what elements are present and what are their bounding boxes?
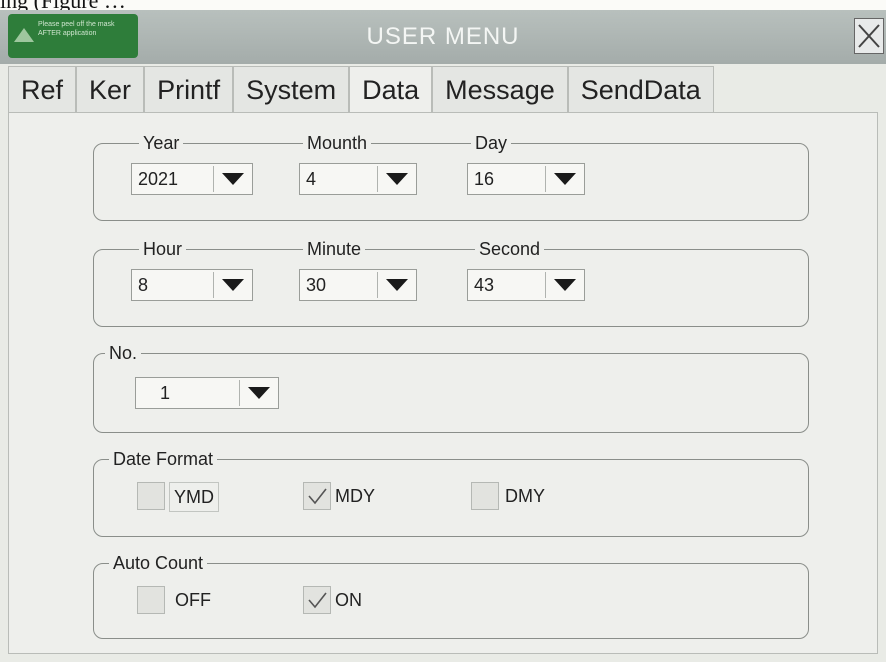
dmy-checkbox[interactable] <box>471 482 499 510</box>
tab-ker[interactable]: Ker <box>76 66 145 112</box>
year-label: Year <box>139 133 184 153</box>
number-label: No. <box>105 343 142 363</box>
page-top-text: ing (Figure … <box>0 0 126 10</box>
mdy-checkbox[interactable] <box>303 482 331 510</box>
off-label: OFF <box>175 590 211 610</box>
page-top-text-strip: ing (Figure … <box>0 0 886 10</box>
ymd-checkbox[interactable] <box>137 482 165 510</box>
minute-label: Minute <box>303 239 366 259</box>
year-value: 2021 <box>138 169 179 189</box>
month-select[interactable]: 4 <box>299 163 417 195</box>
tab-data[interactable]: Data <box>349 66 433 115</box>
triangle-down-icon <box>377 166 416 192</box>
minute-select[interactable]: 30 <box>299 269 417 301</box>
month-label: Mounth <box>303 133 372 153</box>
on-label: ON <box>335 590 362 610</box>
data-tab-panel: Year Mounth Day 2021 4 16 Hour Minute Se… <box>8 112 878 654</box>
close-icon <box>858 24 880 48</box>
number-select[interactable]: 1 <box>135 377 279 409</box>
triangle-down-icon <box>545 272 584 298</box>
hour-label: Hour <box>139 239 187 259</box>
tab-system[interactable]: System <box>233 66 350 112</box>
hour-select[interactable]: 8 <box>131 269 253 301</box>
auto-count-label: Auto Count <box>109 553 208 573</box>
dmy-label: DMY <box>505 486 545 506</box>
tab-printf[interactable]: Printf <box>144 66 234 112</box>
second-select[interactable]: 43 <box>467 269 585 301</box>
tab-ref[interactable]: Ref <box>8 66 77 112</box>
triangle-down-icon <box>213 166 252 192</box>
tab-message[interactable]: Message <box>432 66 568 112</box>
off-checkbox[interactable] <box>137 586 165 614</box>
on-checkbox[interactable] <box>303 586 331 614</box>
ymd-label: YMD <box>169 482 219 512</box>
year-select[interactable]: 2021 <box>131 163 253 195</box>
day-value: 16 <box>474 169 495 189</box>
number-value: 1 <box>160 383 171 403</box>
hour-value: 8 <box>138 275 149 295</box>
tab-senddata[interactable]: SendData <box>567 66 714 112</box>
second-value: 43 <box>474 275 495 295</box>
second-label: Second <box>475 239 545 259</box>
checkmark-icon <box>308 592 327 609</box>
day-select[interactable]: 16 <box>467 163 585 195</box>
date-format-label: Date Format <box>109 449 218 469</box>
triangle-down-icon <box>545 166 584 192</box>
window-title: USER MENU <box>366 23 520 50</box>
minute-value: 30 <box>306 275 327 295</box>
month-value: 4 <box>306 169 317 189</box>
mdy-label: MDY <box>335 486 375 506</box>
triangle-down-icon <box>377 272 416 298</box>
triangle-down-icon <box>213 272 252 298</box>
tab-bar: Ref Ker Printf System Data Message SendD… <box>8 66 714 115</box>
close-button[interactable] <box>854 18 884 54</box>
triangle-down-icon <box>239 380 278 406</box>
checkmark-icon <box>308 488 327 505</box>
day-label: Day <box>471 133 512 153</box>
